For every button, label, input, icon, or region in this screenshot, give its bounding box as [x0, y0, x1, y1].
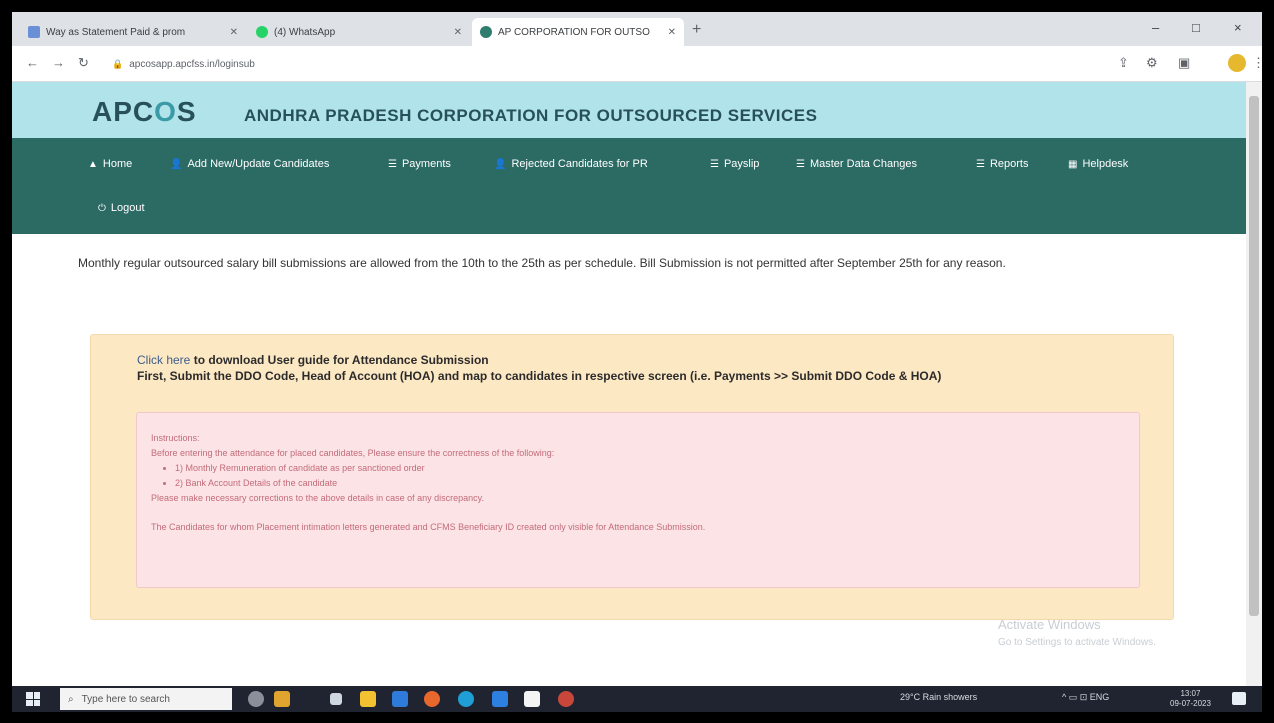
- notepad-icon[interactable]: [524, 691, 540, 707]
- user-guide-link[interactable]: Click here: [137, 353, 190, 367]
- notification-icon[interactable]: [1232, 692, 1246, 705]
- user-add-icon: 👤: [170, 158, 183, 170]
- tab-strip: Way as Statement Paid & prom ✕ (4) Whats…: [12, 12, 1262, 46]
- nav-logout[interactable]: ⏻ Logout: [98, 202, 145, 214]
- tab-1[interactable]: (4) WhatsApp ✕: [248, 18, 470, 46]
- file-explorer-icon[interactable]: [360, 691, 376, 707]
- tab-0[interactable]: Way as Statement Paid & prom ✕: [20, 18, 246, 46]
- submit-ddo-instruction: First, Submit the DDO Code, Head of Acco…: [137, 369, 942, 383]
- nav-rejected-candidates[interactable]: 👤 Rejected Candidates for PR: [494, 158, 648, 170]
- tab-favicon-icon: [28, 26, 40, 38]
- nav-helpdesk[interactable]: ▦ Helpdesk: [1068, 158, 1128, 170]
- tab-close-icon[interactable]: ✕: [662, 27, 676, 38]
- extensions-icon[interactable]: ⚙: [1146, 55, 1158, 71]
- system-tray-icons[interactable]: ^ ▭ ⊡ ENG: [1062, 692, 1109, 703]
- address-bar: ← → ↻ 🔒 apcosapp.apcfss.in/loginsub ⇪ ⚙ …: [12, 46, 1262, 82]
- list-icon: ☰: [796, 158, 805, 170]
- list-icon: ☰: [388, 158, 397, 170]
- instructions-footer: The Candidates for whom Placement intima…: [151, 522, 706, 532]
- activate-windows-watermark: Activate Windows Go to Settings to activ…: [998, 617, 1156, 648]
- edge-icon[interactable]: [458, 691, 474, 707]
- new-tab-button[interactable]: +: [692, 22, 701, 38]
- tab-title: (4) WhatsApp: [274, 26, 336, 38]
- home-icon: ▲: [88, 158, 98, 170]
- list-icon: ☰: [976, 158, 985, 170]
- sidepanel-icon[interactable]: ▣: [1178, 55, 1190, 71]
- tab-close-icon[interactable]: ✕: [224, 27, 238, 38]
- scrollbar-thumb[interactable]: [1249, 96, 1259, 616]
- nav-payslip[interactable]: ☰ Payslip: [710, 158, 759, 170]
- helpdesk-icon: ▦: [1068, 158, 1078, 170]
- lock-icon[interactable]: 🔒: [112, 59, 123, 70]
- apcos-logo[interactable]: APCOS: [92, 96, 197, 128]
- bill-submission-notice: Monthly regular outsourced salary bill s…: [78, 256, 1006, 270]
- profile-avatar[interactable]: [1228, 54, 1246, 72]
- main-nav: [12, 138, 1246, 234]
- weather-widget[interactable]: 29°C Rain showers: [900, 692, 977, 702]
- taskbar-search-input[interactable]: ⌕ Type here to search: [60, 688, 232, 710]
- globe-icon: [480, 26, 492, 38]
- minimize-button[interactable]: –: [1152, 20, 1159, 35]
- windows-start-icon[interactable]: [26, 692, 40, 706]
- list-item: 2) Bank Account Details of the candidate: [175, 476, 1125, 491]
- maximize-button[interactable]: □: [1192, 20, 1200, 35]
- nav-home[interactable]: ▲ Home: [88, 158, 132, 170]
- instructions-box: Instructions: Before entering the attend…: [136, 412, 1140, 588]
- nav-add-update-candidates[interactable]: 👤 Add New/Update Candidates: [170, 158, 329, 170]
- url-text: apcosapp.apcfss.in/loginsub: [129, 58, 255, 70]
- nav-master-data-changes[interactable]: ☰ Master Data Changes: [796, 158, 917, 170]
- org-title: ANDHRA PRADESH CORPORATION FOR OUTSOURCE…: [244, 106, 818, 125]
- url-field[interactable]: 🔒 apcosapp.apcfss.in/loginsub: [104, 52, 1114, 76]
- menu-icon[interactable]: ⋮: [1252, 55, 1262, 71]
- power-icon: ⏻: [98, 202, 106, 214]
- share-icon[interactable]: ⇪: [1118, 55, 1129, 71]
- forward-button[interactable]: →: [52, 55, 65, 70]
- widget-icon[interactable]: [274, 691, 290, 707]
- task-view-icon[interactable]: [330, 693, 342, 705]
- taskbar-clock[interactable]: 13:07 09-07-2023: [1170, 689, 1211, 709]
- whatsapp-icon: [256, 26, 268, 38]
- mail-icon[interactable]: [392, 691, 408, 707]
- instructions-note: Please make necessary corrections to the…: [151, 493, 485, 503]
- search-icon: ⌕: [68, 693, 74, 705]
- chrome-icon[interactable]: [558, 691, 574, 707]
- user-guide-block: Click here to download User guide for At…: [137, 352, 1127, 384]
- back-button[interactable]: ←: [26, 55, 39, 70]
- instructions-heading: Instructions:: [151, 433, 200, 443]
- nav-reports[interactable]: ☰ Reports: [976, 158, 1029, 170]
- close-window-button[interactable]: ×: [1234, 20, 1242, 35]
- tab-close-icon[interactable]: ✕: [448, 27, 462, 38]
- reload-button[interactable]: ↻: [78, 55, 89, 71]
- instructions-list: 1) Monthly Remuneration of candidate as …: [175, 461, 1125, 491]
- store-icon[interactable]: [492, 691, 508, 707]
- list-item: 1) Monthly Remuneration of candidate as …: [175, 461, 1125, 476]
- list-icon: ☰: [710, 158, 719, 170]
- user-icon: 👤: [494, 158, 507, 170]
- windows-taskbar: ⌕ Type here to search 29°C Rain showers …: [12, 686, 1262, 712]
- tab-title: AP CORPORATION FOR OUTSO: [498, 26, 650, 38]
- page-scrollbar[interactable]: [1246, 82, 1262, 686]
- nav-payments[interactable]: ☰ Payments: [388, 158, 451, 170]
- firefox-icon[interactable]: [424, 691, 440, 707]
- browser-window: Way as Statement Paid & prom ✕ (4) Whats…: [12, 12, 1262, 712]
- cortana-icon[interactable]: [248, 691, 264, 707]
- instructions-intro: Before entering the attendance for place…: [151, 448, 555, 458]
- tab-2[interactable]: AP CORPORATION FOR OUTSO ✕: [472, 18, 684, 46]
- tab-title: Way as Statement Paid & prom: [46, 26, 186, 38]
- user-guide-text: to download User guide for Attendance Su…: [190, 353, 489, 367]
